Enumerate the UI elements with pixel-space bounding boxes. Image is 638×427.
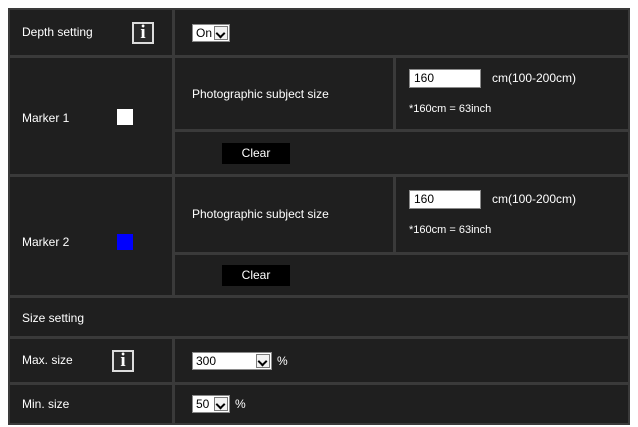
min-size-label: Min. size <box>22 397 70 411</box>
marker1-size-input[interactable]: 160 <box>409 69 481 88</box>
marker1-label-cell: Marker 1 <box>10 58 172 174</box>
marker1-size-note: *160cm = 63inch <box>409 103 492 115</box>
marker1-label: Marker 1 <box>22 111 70 125</box>
chevron-down-icon <box>214 26 228 40</box>
depth-setting-value-cell: On <box>175 10 628 55</box>
chevron-down-icon <box>214 397 228 411</box>
min-size-selected-value: 50 <box>196 397 210 411</box>
marker1-clear-cell: Clear <box>175 132 628 174</box>
info-icon[interactable]: i <box>132 22 154 44</box>
marker2-size-cell: 160 cm(100-200cm) *160cm = 63inch <box>396 177 628 252</box>
settings-panel: Depth setting i On Marker 1 Photographic… <box>8 8 630 425</box>
min-size-label-cell: Min. size <box>10 385 172 423</box>
marker1-size-cell: 160 cm(100-200cm) *160cm = 63inch <box>396 58 628 129</box>
depth-setting-selected-value: On <box>196 26 213 40</box>
max-size-selected-value: 300 <box>196 354 217 368</box>
size-setting-header: Size setting <box>10 298 628 336</box>
marker1-subject-label: Photographic subject size <box>192 87 329 101</box>
size-setting-label: Size setting <box>22 311 85 325</box>
marker2-label-cell: Marker 2 <box>10 177 172 295</box>
marker1-size-unit: cm(100-200cm) <box>492 71 577 85</box>
marker2-clear-cell: Clear <box>175 255 628 295</box>
marker2-size-input[interactable]: 160 <box>409 190 481 209</box>
marker2-subject-label-cell: Photographic subject size <box>175 177 393 252</box>
max-size-select[interactable]: 300 <box>192 352 272 370</box>
max-size-unit: % <box>277 354 288 368</box>
marker2-subject-label: Photographic subject size <box>192 207 329 221</box>
info-icon[interactable]: i <box>112 350 134 372</box>
min-size-unit: % <box>235 397 246 411</box>
marker1-subject-label-cell: Photographic subject size <box>175 58 393 129</box>
max-size-label: Max. size <box>22 353 73 367</box>
marker2-color-swatch <box>117 234 133 250</box>
marker1-clear-button[interactable]: Clear <box>222 143 290 164</box>
max-size-label-cell: Max. size i <box>10 339 172 382</box>
chevron-down-icon <box>256 354 270 368</box>
depth-setting-label-cell: Depth setting i <box>10 10 172 55</box>
marker2-clear-button[interactable]: Clear <box>222 265 290 286</box>
marker2-size-unit: cm(100-200cm) <box>492 192 577 206</box>
marker1-color-swatch <box>117 109 133 125</box>
marker2-label: Marker 2 <box>22 235 70 249</box>
depth-setting-select[interactable]: On <box>192 24 230 42</box>
max-size-value-cell: 300 % <box>175 339 628 382</box>
min-size-value-cell: 50 % <box>175 385 628 423</box>
marker2-size-note: *160cm = 63inch <box>409 224 492 236</box>
depth-setting-label: Depth setting <box>22 25 93 39</box>
min-size-select[interactable]: 50 <box>192 395 230 413</box>
